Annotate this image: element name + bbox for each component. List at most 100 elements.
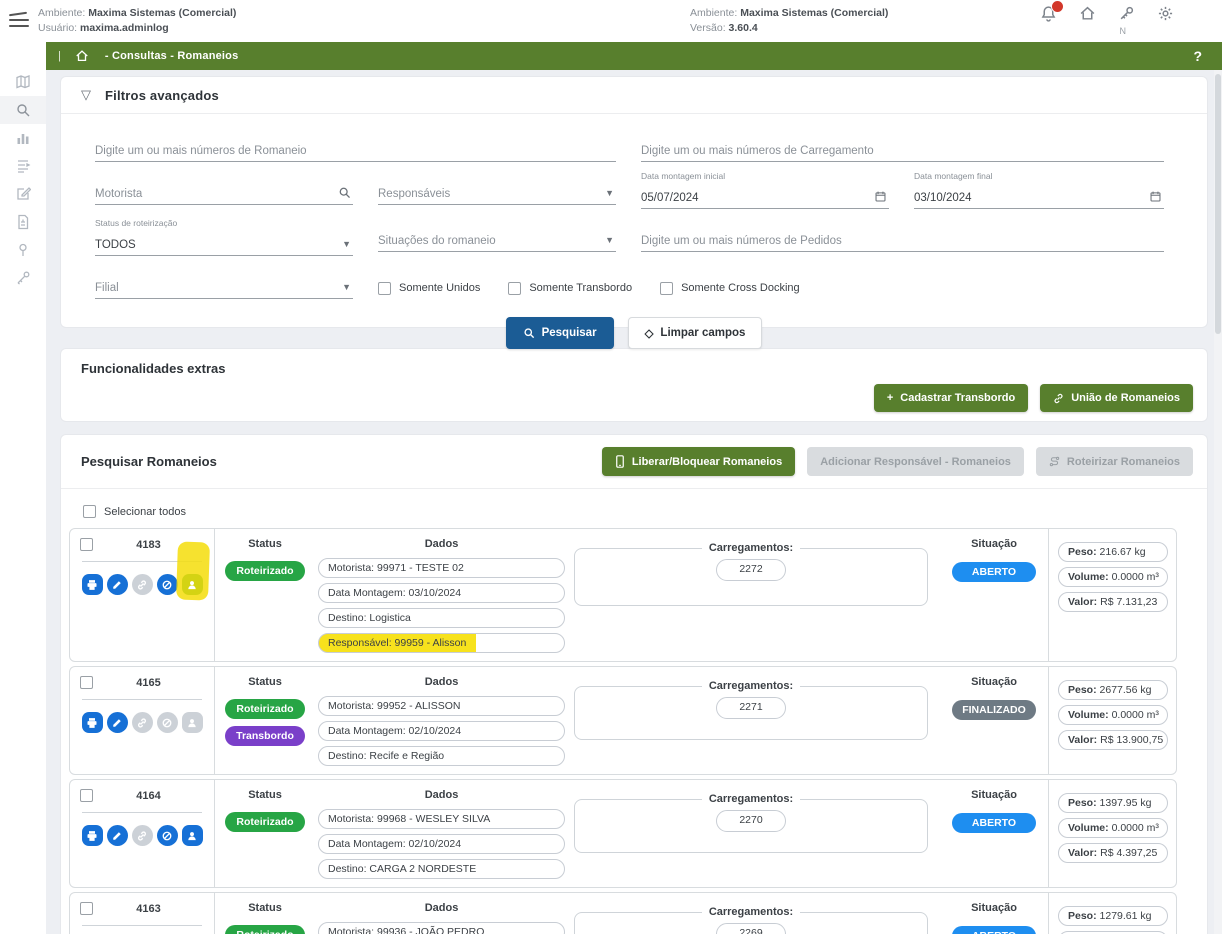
print-icon[interactable] [82, 574, 103, 595]
pesquisar-label: Pesquisar [542, 327, 597, 339]
pedidos-numbers-field[interactable] [641, 220, 1164, 252]
situacoes-input[interactable] [378, 235, 616, 247]
carregamento-chip[interactable]: 2270 [716, 810, 785, 832]
carregamentos-column-header: Carregamentos: [702, 542, 800, 554]
carregamentos-column-header: Carregamentos: [702, 793, 800, 805]
breadcrumb-path: - Consultas - Romaneios [105, 50, 239, 62]
checkbox-somente-crossdocking[interactable]: Somente Cross Docking [660, 282, 800, 295]
edit-icon[interactable] [107, 712, 128, 733]
dados-column-header: Dados [318, 676, 565, 688]
edit-icon[interactable] [107, 574, 128, 595]
row-checkbox[interactable] [80, 676, 93, 689]
roteirizar-romaneios-button[interactable]: Roteirizar Romaneios [1036, 447, 1193, 476]
pesquisar-button[interactable]: Pesquisar [506, 317, 614, 349]
motorista-search-icon[interactable] [338, 186, 351, 199]
filial-select[interactable]: ▼ [95, 267, 353, 299]
status-badge-transbordo: Transbordo [225, 726, 305, 746]
sidebar-item-documents[interactable] [0, 208, 46, 236]
limpar-campos-button[interactable]: ◇ Limpar campos [628, 317, 763, 349]
row-checkbox[interactable] [80, 538, 93, 551]
pedidos-numbers-input[interactable] [641, 235, 1164, 247]
search-romaneios-card: Pesquisar Romaneios Liberar/Bloquear Rom… [60, 434, 1208, 934]
sidebar-item-tools[interactable] [0, 264, 46, 292]
sidebar-item-map[interactable] [0, 68, 46, 96]
chevron-down-icon[interactable]: ▼ [342, 282, 351, 292]
menu-toggle-icon[interactable] [9, 13, 29, 27]
data-inicial-label: Data montagem inicial [641, 171, 725, 181]
chevron-down-icon[interactable]: ▼ [342, 239, 351, 249]
adicionar-responsavel-button[interactable]: Adicionar Responsável - Romaneios [807, 447, 1024, 476]
dado-motorista: Motorista: 99971 - TESTE 02 [318, 558, 565, 578]
checkbox-label: Somente Cross Docking [681, 282, 800, 294]
motorista-field[interactable] [95, 173, 353, 205]
status-roteirizacao-select[interactable]: Status de roteirização ▼ [95, 220, 353, 256]
data-final-input[interactable] [914, 192, 1164, 204]
romaneio-id: 4165 [93, 677, 204, 689]
row-checkbox[interactable] [80, 789, 93, 802]
ambiente-value-center: Maxima Sistemas (Comercial) [740, 7, 888, 19]
uniao-romaneios-button[interactable]: União de Romaneios [1040, 384, 1193, 412]
checkbox-icon[interactable] [83, 505, 96, 518]
row-checkbox[interactable] [80, 902, 93, 915]
chevron-down-icon[interactable]: ▼ [605, 235, 614, 245]
carregamento-chip[interactable]: 2271 [716, 697, 785, 719]
settings-gear-icon[interactable] [1157, 5, 1174, 22]
scrollbar-thumb[interactable] [1215, 74, 1221, 334]
romaneio-id: 4163 [93, 903, 204, 915]
mobile-icon [615, 455, 625, 468]
carregamento-chip[interactable]: 2272 [716, 559, 785, 581]
select-all-checkbox[interactable]: Selecionar todos [61, 489, 1207, 528]
status-roteirizacao-value[interactable] [95, 239, 353, 251]
status-badge: Roteirizado [225, 925, 305, 934]
checkbox-icon[interactable] [508, 282, 521, 295]
checkbox-somente-unidos[interactable]: Somente Unidos [378, 282, 480, 295]
help-button[interactable]: ? [1193, 48, 1202, 64]
liberar-bloquear-button[interactable]: Liberar/Bloquear Romaneios [602, 447, 795, 476]
print-icon[interactable] [82, 825, 103, 846]
block-icon[interactable] [157, 574, 178, 595]
situacoes-select[interactable]: ▼ [378, 220, 616, 252]
carregamento-numbers-field[interactable] [641, 130, 1164, 162]
print-icon[interactable] [82, 712, 103, 733]
situacao-column-header: Situação [940, 902, 1048, 914]
romaneio-numbers-input[interactable] [95, 145, 616, 157]
carregamento-chip[interactable]: 2269 [716, 923, 785, 934]
checkbox-icon[interactable] [378, 282, 391, 295]
home-icon[interactable] [1079, 5, 1096, 22]
breadcrumb-home-icon[interactable] [75, 49, 89, 63]
responsaveis-select[interactable]: ▼ [378, 173, 616, 205]
block-icon[interactable] [157, 825, 178, 846]
data-final-field[interactable]: Data montagem final [914, 173, 1164, 209]
carregamento-numbers-input[interactable] [641, 145, 1164, 157]
motorista-input[interactable] [95, 188, 353, 200]
edit-icon[interactable] [107, 825, 128, 846]
calendar-icon[interactable] [874, 190, 887, 203]
checkbox-somente-transbordo[interactable]: Somente Transbordo [508, 282, 632, 295]
situacao-column-header: Situação [940, 538, 1048, 550]
responsavel-person-icon[interactable] [182, 574, 203, 595]
locale-indicator: N [1120, 26, 1127, 36]
cadastrar-transbordo-button[interactable]: + Cadastrar Transbordo [874, 384, 1028, 412]
romaneio-numbers-field[interactable] [95, 130, 616, 162]
responsaveis-input[interactable] [378, 188, 616, 200]
checkbox-icon[interactable] [660, 282, 673, 295]
sidebar-item-search[interactable] [0, 96, 46, 124]
sidebar-item-reports[interactable] [0, 124, 46, 152]
dados-column-header: Dados [318, 902, 565, 914]
responsavel-person-icon[interactable] [182, 825, 203, 846]
filial-input[interactable] [95, 282, 353, 294]
chevron-down-icon[interactable]: ▼ [605, 188, 614, 198]
data-inicial-field[interactable]: Data montagem inicial [641, 173, 889, 209]
notifications-bell-icon[interactable] [1040, 5, 1057, 22]
data-inicial-input[interactable] [641, 192, 889, 204]
adicionar-responsavel-label: Adicionar Responsável - Romaneios [820, 456, 1011, 468]
romaneio-rows: 4183 [61, 528, 1207, 934]
page-scrollbar[interactable] [1214, 70, 1222, 934]
key-icon[interactable] [1118, 5, 1135, 22]
sidebar-item-tasks[interactable] [0, 152, 46, 180]
calendar-icon[interactable] [1149, 190, 1162, 203]
situacao-column-header: Situação [940, 789, 1048, 801]
sidebar-item-edit[interactable] [0, 180, 46, 208]
responsavel-person-icon [182, 712, 203, 733]
sidebar-item-pin[interactable] [0, 236, 46, 264]
